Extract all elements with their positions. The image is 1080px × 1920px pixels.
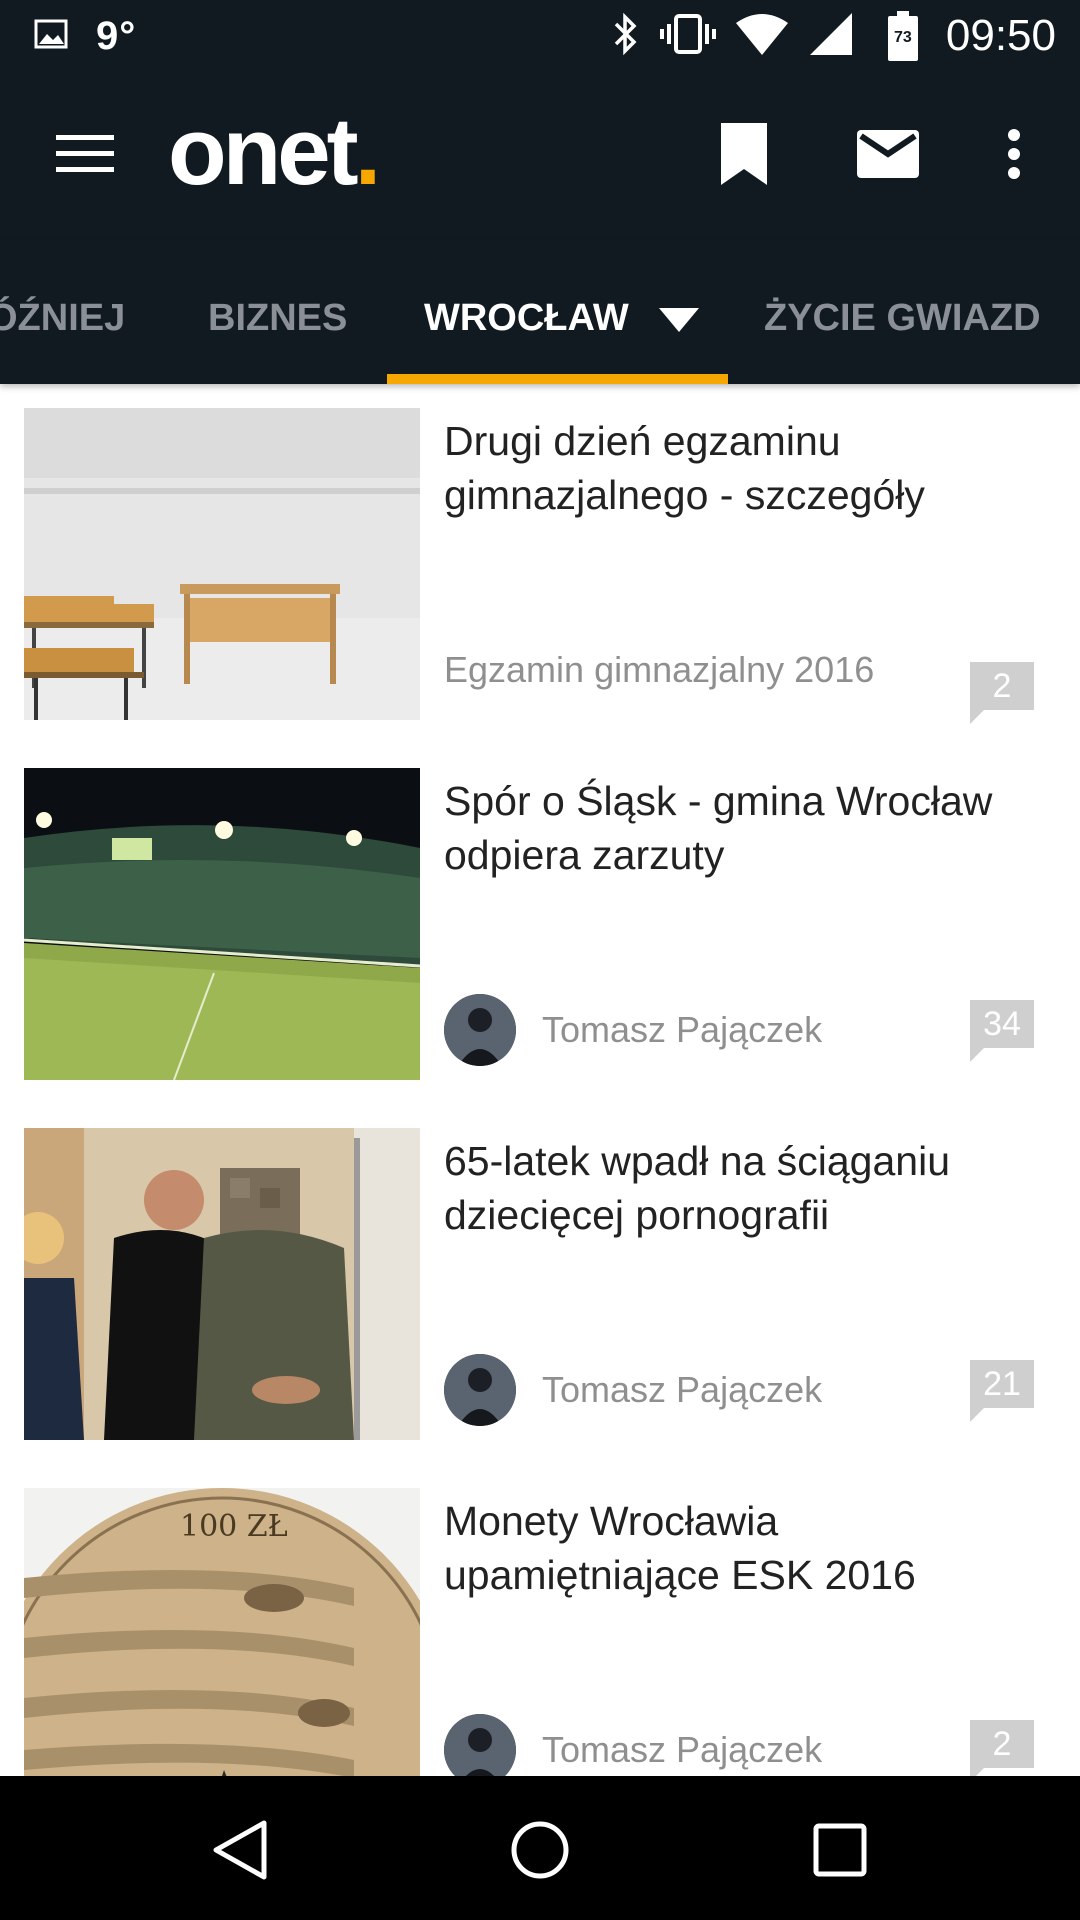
wifi-icon (735, 13, 788, 60)
recents-button[interactable] (800, 1812, 880, 1892)
menu-icon (56, 133, 114, 180)
article-feed[interactable]: Drugi dzień egzaminu gimnazjalnego - szc… (0, 384, 1080, 1776)
article-headline[interactable]: Spór o Śląsk - gmina Wrocław odpiera zar… (444, 774, 1054, 882)
article-author[interactable]: Tomasz Pajączek (542, 1009, 822, 1051)
author-avatar (444, 994, 516, 1066)
tab-wroclaw[interactable]: WROCŁAW (424, 288, 700, 350)
article-category[interactable]: Egzamin gimnazjalny 2016 (444, 649, 874, 691)
article-meta: Tomasz Pajączek (444, 1714, 822, 1776)
article-item[interactable]: 100 ZŁ Monety Wrocławia upamiętniające E… (0, 1464, 1080, 1776)
mail-button[interactable] (846, 114, 930, 198)
article-item[interactable]: Drugi dzień egzaminu gimnazjalnego - szc… (0, 384, 1080, 724)
bookmark-icon (721, 122, 767, 190)
article-headline[interactable]: Monety Wrocławia upamiętniające ESK 2016 (444, 1494, 1054, 1602)
system-nav-bar (0, 1776, 1080, 1920)
category-tabs: ÓŹNIEJ BIZNES WROCŁAW ŻYCIE GWIAZD (0, 240, 1080, 384)
article-author[interactable]: Tomasz Pajączek (542, 1729, 822, 1771)
mail-icon (857, 129, 919, 183)
temperature: 9° (96, 13, 137, 58)
article-thumbnail (24, 408, 420, 720)
author-avatar (444, 1354, 516, 1426)
dropdown-arrow-icon[interactable] (659, 290, 700, 350)
tab-pozniej[interactable]: ÓŹNIEJ (0, 288, 125, 348)
article-headline[interactable]: Drugi dzień egzaminu gimnazjalnego - szc… (444, 414, 1054, 522)
home-button[interactable] (500, 1812, 580, 1892)
comment-count-badge[interactable]: 34 (970, 1000, 1034, 1062)
signal-icon (808, 11, 854, 62)
home-icon (510, 1820, 570, 1885)
tab-zycie-gwiazd[interactable]: ŻYCIE GWIAZD (764, 288, 1041, 348)
article-item[interactable]: 65-latek wpadł na ściąganiu dziecięcej p… (0, 1104, 1080, 1440)
bluetooth-icon (612, 12, 640, 61)
clock: 09:50 (945, 11, 1056, 60)
recents-icon (813, 1823, 867, 1882)
onet-logo[interactable]: onet. (168, 102, 381, 202)
article-author[interactable]: Tomasz Pajączek (542, 1369, 822, 1411)
article-headline[interactable]: 65-latek wpadł na ściąganiu dziecięcej p… (444, 1134, 1054, 1242)
article-meta: Tomasz Pajączek (444, 994, 822, 1066)
back-icon (212, 1819, 268, 1886)
image-icon (34, 19, 68, 54)
tab-wroclaw-label: WROCŁAW (424, 297, 629, 339)
active-tab-indicator (387, 374, 728, 384)
author-avatar (444, 1714, 516, 1776)
comment-count-badge[interactable]: 2 (970, 1720, 1034, 1776)
bookmark-button[interactable] (702, 114, 786, 198)
article-thumbnail: 100 ZŁ (24, 1488, 420, 1776)
article-thumbnail (24, 1128, 420, 1440)
status-right: 73 09:50 (612, 10, 1056, 62)
more-vert-icon (1007, 128, 1021, 185)
overflow-menu-button[interactable] (972, 114, 1056, 198)
status-bar: 9° 73 09:50 (0, 0, 1080, 72)
app-bar: onet. (0, 72, 1080, 240)
article-thumbnail (24, 768, 420, 1080)
logo-dot: . (354, 98, 382, 205)
logo-text: onet (168, 98, 359, 205)
coin-text: 100 ZŁ (180, 1509, 288, 1544)
battery-level: 73 (893, 29, 912, 46)
tab-biznes[interactable]: BIZNES (208, 288, 347, 348)
article-item[interactable]: Spór o Śląsk - gmina Wrocław odpiera zar… (0, 744, 1080, 1080)
status-left: 9° (34, 12, 136, 60)
comment-count-badge[interactable]: 2 (970, 662, 1034, 724)
comment-count-badge[interactable]: 21 (970, 1360, 1034, 1422)
back-button[interactable] (200, 1812, 280, 1892)
article-meta: Egzamin gimnazjalny 2016 (444, 634, 874, 706)
battery-icon: 73 (887, 11, 918, 61)
menu-button[interactable] (40, 120, 130, 192)
article-meta: Tomasz Pajączek (444, 1354, 822, 1426)
vibrate-icon (659, 12, 716, 61)
